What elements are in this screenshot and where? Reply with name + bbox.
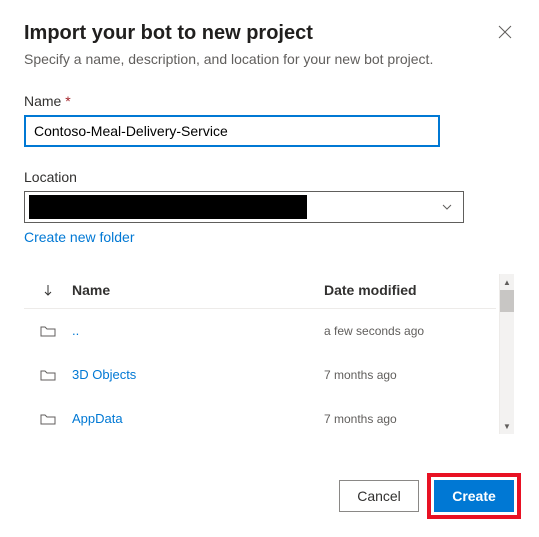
folder-date: 7 months ago [324, 412, 496, 426]
location-dropdown[interactable] [24, 191, 464, 223]
column-header-date[interactable]: Date modified [324, 282, 496, 298]
scrollbar[interactable]: ▲ ▼ [499, 274, 514, 434]
required-indicator: * [65, 93, 70, 109]
tutorial-highlight: Create [427, 473, 521, 519]
list-item[interactable]: AppData 7 months ago [24, 397, 496, 441]
cancel-button[interactable]: Cancel [339, 480, 419, 512]
folder-icon [40, 413, 56, 425]
folder-date: a few seconds ago [324, 324, 496, 338]
folder-icon [40, 369, 56, 381]
arrow-down-icon [43, 284, 53, 296]
folder-date: 7 months ago [324, 368, 496, 382]
column-header-name[interactable]: Name [72, 282, 324, 298]
close-icon [498, 25, 512, 39]
location-label: Location [24, 169, 515, 185]
sort-column[interactable] [24, 284, 72, 296]
scroll-up-button[interactable]: ▲ [500, 274, 514, 290]
folder-icon [40, 325, 56, 337]
folder-browser: Name Date modified .. a few seconds ago … [24, 273, 514, 441]
folder-name[interactable]: 3D Objects [72, 367, 324, 382]
chevron-down-icon [441, 201, 453, 213]
dialog-subtitle: Specify a name, description, and locatio… [24, 51, 515, 67]
close-button[interactable] [495, 22, 515, 42]
name-input[interactable] [24, 115, 440, 147]
list-item[interactable]: 3D Objects 7 months ago [24, 353, 496, 397]
dialog-title: Import your bot to new project [24, 22, 313, 45]
folder-name[interactable]: AppData [72, 411, 324, 426]
create-button[interactable]: Create [434, 480, 514, 512]
name-label: Name * [24, 93, 515, 109]
import-bot-dialog: Import your bot to new project Specify a… [0, 0, 539, 441]
dialog-footer: Cancel Create [339, 473, 521, 519]
location-value-redacted [29, 195, 307, 219]
folder-name[interactable]: .. [72, 323, 324, 338]
dialog-header: Import your bot to new project [24, 22, 515, 51]
scroll-down-button[interactable]: ▼ [500, 418, 514, 434]
create-new-folder-link[interactable]: Create new folder [24, 229, 135, 245]
browser-columns-header: Name Date modified [24, 274, 496, 309]
list-item[interactable]: .. a few seconds ago [24, 309, 496, 353]
scroll-thumb[interactable] [500, 290, 514, 312]
